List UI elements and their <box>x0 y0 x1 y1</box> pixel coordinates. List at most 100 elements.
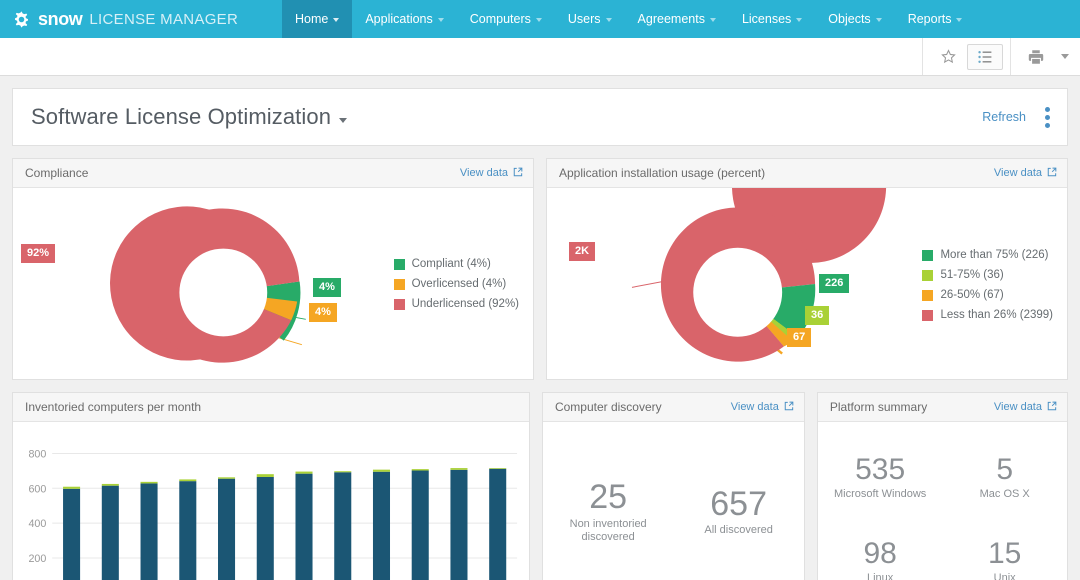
legend-item[interactable]: Underlicensed (92%) <box>393 298 519 311</box>
page-title: Software License Optimization <box>31 104 332 129</box>
nav-item-label: Computers <box>469 12 531 26</box>
legend-label: Underlicensed (92%) <box>411 298 519 311</box>
data-label-more-than-75: 226 <box>819 274 850 293</box>
panel-body: 535 Microsoft Windows 5 Mac OS X 98 Linu… <box>818 422 1067 580</box>
stat-caption: Non inventoried discovered <box>569 517 647 544</box>
legend-item[interactable]: Overlicensed (4%) <box>393 278 519 291</box>
bar-group[interactable] <box>140 481 158 580</box>
usage-donut-svg <box>631 159 887 362</box>
dashboard-row-1: Compliance View data 92% 4% 4% Compliant… <box>12 158 1068 380</box>
panel-header: Application installation usage (percent)… <box>547 159 1067 188</box>
legend-label: 51-75% (36) <box>940 269 1004 282</box>
action-toolbar <box>0 38 1080 76</box>
brand-logo[interactable]: snow LICENSE MANAGER <box>0 0 282 38</box>
bar-group[interactable] <box>334 471 352 580</box>
legend-item[interactable]: 26-50% (67) <box>922 289 1053 301</box>
stat-non-inventoried-discovered[interactable]: 25 Non inventoried discovered <box>543 477 673 545</box>
bar-group[interactable] <box>179 479 197 580</box>
panel-title: Application installation usage (percent) <box>559 166 766 180</box>
legend-item[interactable]: 51-75% (36) <box>922 269 1053 281</box>
legend-swatch-icon <box>922 249 934 261</box>
bar-group[interactable] <box>450 468 468 580</box>
caret-down-icon <box>709 18 716 22</box>
stat-caption: Unix <box>993 571 1016 580</box>
view-data-link[interactable]: View data <box>460 167 523 180</box>
nav-item-computers[interactable]: Computers <box>457 0 555 38</box>
data-label-overlicensed: 4% <box>309 303 337 322</box>
panel-body: 25 Non inventoried discovered 657 All di… <box>543 422 804 580</box>
panel-title: Platform summary <box>829 400 928 414</box>
compliance-legend: Compliant (4%) Overlicensed (4%) Underli… <box>393 258 533 311</box>
dashboard-row-2: Inventoried computers per month 200 400 60… <box>12 392 1068 580</box>
bar-group[interactable] <box>256 474 274 580</box>
panel-title: Compliance <box>25 166 89 180</box>
bar-group[interactable] <box>218 477 236 580</box>
nav-item-applications[interactable]: Applications <box>352 0 456 38</box>
bar-group[interactable] <box>372 469 391 580</box>
bar-group[interactable] <box>489 468 507 580</box>
stat-linux[interactable]: 98 Linux <box>818 520 943 580</box>
brand-name-primary: snow <box>38 8 83 29</box>
view-data-label: View data <box>993 401 1042 413</box>
nav-item-label: Reports <box>907 12 952 26</box>
external-link-icon <box>513 167 523 180</box>
platform-stats-grid: 535 Microsoft Windows 5 Mac OS X 98 Linu… <box>818 422 1067 580</box>
panel-header: Computer discovery View data <box>542 393 804 422</box>
toolbar-group-print <box>1010 38 1080 75</box>
legend-item[interactable]: More than 75% (226) <box>922 249 1053 261</box>
stat-value: 15 <box>988 537 1022 571</box>
nav-items: Home Applications Computers Users Agreem… <box>282 0 975 38</box>
data-label-less-than-26: 2K <box>569 242 596 261</box>
dashboard-title-bar: Software License Optimization Refresh <box>12 88 1068 146</box>
compliance-donut: 92% 4% 4% <box>13 188 394 379</box>
nav-item-home[interactable]: Home <box>282 0 353 38</box>
stat-microsoft-windows[interactable]: 535 Microsoft Windows <box>818 436 943 520</box>
view-data-link[interactable]: View data <box>994 167 1057 180</box>
legend-item[interactable]: Less than 26% (2399) <box>922 309 1053 321</box>
legend-swatch-icon <box>922 289 934 301</box>
caret-down-icon <box>875 18 882 22</box>
nav-item-agreements[interactable]: Agreements <box>625 0 729 38</box>
nav-item-label: Applications <box>365 12 433 26</box>
discovery-stats-grid: 25 Non inventoried discovered 657 All di… <box>543 422 804 580</box>
bar-group[interactable] <box>411 469 429 580</box>
legend-item[interactable]: Compliant (4%) <box>393 258 519 270</box>
panel-body: 200 400 600 800 <box>13 422 529 580</box>
caret-down-icon <box>535 18 542 22</box>
chevron-down-icon[interactable] <box>1061 54 1069 59</box>
legend-label: 26-50% (67) <box>940 289 1004 302</box>
panel-header: Platform summary View data <box>817 393 1067 422</box>
stat-unix[interactable]: 15 Unix <box>942 520 1067 580</box>
nav-item-label: Home <box>295 12 329 26</box>
panel-title: Inventoried computers per month <box>25 400 202 414</box>
stat-all-discovered[interactable]: 657 All discovered <box>673 480 803 545</box>
stat-value: 25 <box>589 477 628 516</box>
list-view-icon <box>977 49 993 65</box>
legend-label: Overlicensed (4%) <box>411 278 507 291</box>
kebab-menu-icon[interactable] <box>1042 104 1053 131</box>
favorite-button[interactable] <box>930 44 966 70</box>
toolbar-group-view <box>922 38 1010 75</box>
nav-item-objects[interactable]: Objects <box>815 0 894 38</box>
stat-mac-os-x[interactable]: 5 Mac OS X <box>942 436 1067 520</box>
legend-swatch-icon <box>393 278 405 290</box>
nav-item-label: Licenses <box>741 12 792 26</box>
nav-item-users[interactable]: Users <box>555 0 625 38</box>
view-data-link[interactable]: View data <box>994 401 1057 414</box>
bar-group[interactable] <box>63 486 81 580</box>
print-button[interactable] <box>1018 44 1054 70</box>
dashboard-select-caret-icon[interactable] <box>339 117 348 123</box>
panel-header: Compliance View data <box>13 159 533 188</box>
list-view-button[interactable] <box>967 43 1003 70</box>
stat-caption: All discovered <box>704 524 773 537</box>
nav-item-reports[interactable]: Reports <box>895 0 976 38</box>
nav-item-licenses[interactable]: Licenses <box>729 0 815 38</box>
bar-group[interactable] <box>101 483 119 580</box>
stat-caption: Microsoft Windows <box>833 487 927 500</box>
stat-value: 535 <box>855 453 906 487</box>
view-data-link[interactable]: View data <box>731 401 794 414</box>
bar-group[interactable] <box>295 471 313 580</box>
legend-label: More than 75% (226) <box>940 249 1049 262</box>
refresh-button[interactable]: Refresh <box>982 110 1026 124</box>
panel-application-installation-usage: Application installation usage (percent)… <box>546 158 1068 380</box>
